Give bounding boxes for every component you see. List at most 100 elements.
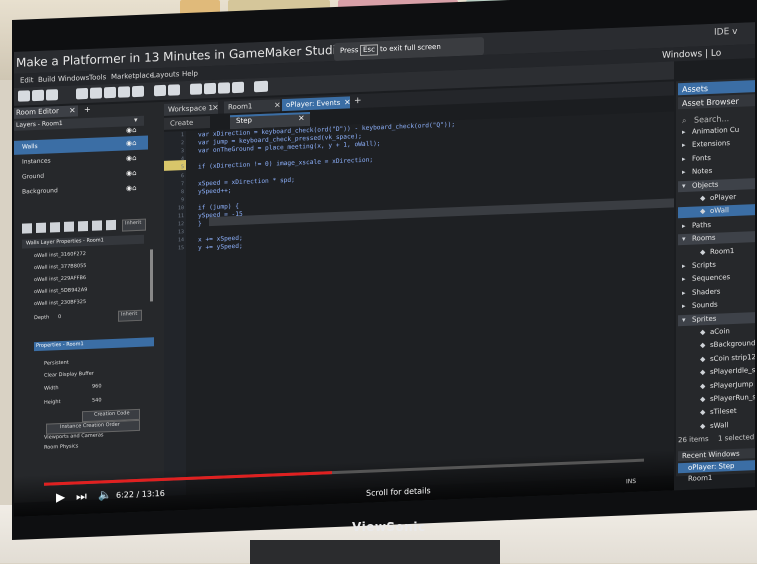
persistent-checkbox[interactable]: Persistent	[44, 360, 69, 367]
asset-item[interactable]: Sounds	[692, 301, 718, 310]
build-icon[interactable]	[76, 87, 88, 100]
stop-icon[interactable]	[118, 86, 130, 98]
new-project-icon[interactable]	[18, 90, 30, 102]
event-tab-step-label: Step	[236, 116, 252, 126]
folder-open-icon: ▾	[682, 181, 686, 190]
line-number: 11	[177, 213, 184, 220]
asset-count: 26 items	[678, 435, 709, 445]
inherit-depth-label: Inherit	[121, 310, 138, 318]
asset-item[interactable]: oWall	[710, 207, 729, 216]
open-project-icon[interactable]	[32, 89, 44, 102]
layer-instances[interactable]: Instances	[22, 157, 51, 165]
delete-layer-icon[interactable]	[106, 219, 116, 231]
asset-item[interactable]: Room1	[710, 247, 734, 256]
folder-open-icon: ▾	[682, 315, 686, 324]
eye-icon[interactable]: ◉⌂	[126, 169, 137, 177]
chevron-down-icon[interactable]: ▾	[134, 116, 138, 124]
asset-item[interactable]: Fonts	[692, 154, 711, 163]
close-icon[interactable]: ×	[212, 103, 219, 112]
line-number: 14	[177, 237, 184, 244]
menu-help[interactable]: Help	[182, 70, 198, 79]
close-icon[interactable]: ×	[69, 105, 76, 114]
add-layer-icon[interactable]	[22, 223, 32, 234]
asset-icon: ◆	[700, 368, 706, 377]
line-number: 2	[180, 140, 184, 147]
asset-item[interactable]: sTileset	[710, 407, 737, 416]
folder-icon: ▸	[682, 168, 686, 177]
asset-icon: ◆	[700, 247, 706, 256]
width-value[interactable]: 960	[92, 383, 102, 389]
monitor-brand-logo: ViewSonic	[352, 520, 426, 534]
asset-item[interactable]: sWall	[710, 421, 728, 430]
close-icon[interactable]: ×	[298, 113, 305, 122]
layer-tool-icon[interactable]	[78, 220, 88, 232]
layer-tool-icon[interactable]	[92, 220, 102, 231]
run-icon[interactable]	[90, 87, 102, 99]
search-input[interactable]: Search...	[694, 114, 729, 124]
asset-item[interactable]: Notes	[692, 167, 712, 176]
menu-windows[interactable]: Windows	[58, 74, 89, 83]
menu-build[interactable]: Build	[38, 75, 56, 84]
asset-item[interactable]: oPlayer	[710, 193, 736, 202]
recent-item[interactable]: Room1	[688, 474, 712, 483]
ide-screen: Make a Platformer in 13 Minutes in GameM…	[14, 22, 755, 517]
hint-press: Press	[340, 46, 359, 55]
asset-icon: ◆	[700, 194, 706, 203]
layer-walls[interactable]: Walls	[22, 143, 38, 151]
add-tab-icon[interactable]: +	[84, 105, 91, 114]
folder-icon: ▸	[682, 141, 686, 150]
save-project-icon[interactable]	[46, 89, 58, 101]
layer-ground[interactable]: Ground	[22, 173, 44, 181]
eye-icon[interactable]: ◉⌂	[126, 184, 137, 192]
folder-icon: ▸	[682, 154, 686, 163]
target-icon[interactable]	[168, 84, 180, 96]
asset-item[interactable]: Objects	[692, 180, 718, 189]
folder-icon: ▸	[682, 127, 686, 137]
zoom-in-icon[interactable]	[218, 82, 230, 94]
menu-edit[interactable]: Edit	[20, 76, 34, 85]
eye-icon[interactable]: ◉⌂	[126, 154, 137, 162]
code-line[interactable]: }	[198, 220, 202, 227]
hint-esc-key: Esc	[360, 44, 378, 57]
monitor-icon[interactable]	[254, 80, 268, 93]
volume-icon[interactable]: 🔈	[98, 488, 112, 502]
asset-item[interactable]: Shaders	[692, 287, 720, 296]
depth-value[interactable]: 0	[58, 314, 61, 320]
monitor-stand	[250, 540, 500, 564]
asset-selected-count: 1 selected	[718, 433, 755, 443]
asset-item[interactable]: Sprites	[692, 314, 716, 323]
close-icon[interactable]: ×	[274, 100, 281, 109]
clean-icon[interactable]	[132, 85, 144, 98]
asset-item[interactable]: Scripts	[692, 261, 716, 270]
eye-icon[interactable]: ◉⌂	[126, 126, 137, 134]
instances-scrollbar[interactable]	[150, 249, 153, 302]
layer-tool-icon[interactable]	[64, 221, 74, 232]
eye-icon[interactable]: ◉⌂	[126, 139, 137, 147]
menu-tools[interactable]: Tools	[89, 73, 106, 82]
close-icon[interactable]: ×	[344, 97, 351, 106]
asset-item[interactable]: aCoin	[710, 327, 730, 336]
add-tab-icon[interactable]: +	[354, 96, 362, 106]
line-number: 9	[180, 196, 184, 204]
line-number: 8	[180, 188, 184, 195]
zoom-reset-icon[interactable]	[204, 82, 216, 95]
layer-tool-icon[interactable]	[50, 222, 60, 233]
zoom-out-icon[interactable]	[190, 83, 202, 95]
inherit-label: Inherit	[125, 219, 142, 227]
line-number: 15	[177, 245, 184, 252]
tab-room1-label: Room1	[228, 102, 253, 112]
settings-icon[interactable]	[154, 84, 166, 97]
layer-tool-icon[interactable]	[36, 222, 46, 234]
asset-icon: ◆	[700, 341, 706, 350]
play-icon[interactable]: ▶	[56, 490, 65, 504]
line-number: 12	[177, 221, 184, 228]
height-value[interactable]: 540	[92, 397, 102, 403]
monitor: Make a Platformer in 13 Minutes in GameM…	[12, 0, 757, 541]
debug-icon[interactable]	[104, 86, 116, 99]
grid-icon[interactable]	[232, 81, 244, 94]
menu-layouts[interactable]: Layouts	[152, 70, 179, 79]
asset-item[interactable]: Paths	[692, 221, 711, 230]
next-icon[interactable]: ⏭	[76, 489, 87, 503]
line-number: 1	[180, 132, 184, 139]
asset-item[interactable]: Rooms	[692, 234, 716, 243]
